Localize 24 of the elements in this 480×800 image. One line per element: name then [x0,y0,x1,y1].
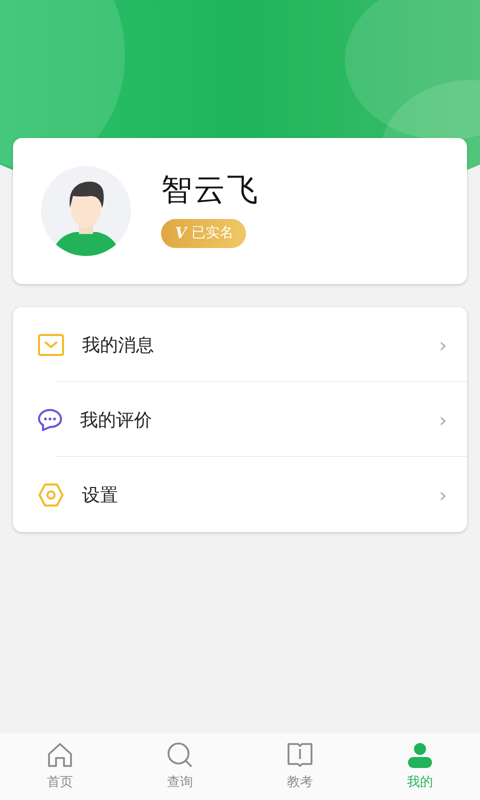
menu-item[interactable]: 我的消息 › [13,307,467,382]
tab[interactable]: 首页 [0,733,120,800]
user-name: 智云飞 [161,170,260,210]
envelope-icon [38,334,64,356]
menu-label: 设置 [82,484,119,506]
home-icon [47,742,73,768]
verified-mark: V [175,224,187,242]
chevron-icon: › [439,332,447,356]
menu-label: 我的评价 [80,408,153,432]
book-icon [287,742,313,768]
tab[interactable]: 查询 [120,733,240,800]
tab[interactable]: 我的 [360,733,480,800]
settings-icon [38,482,64,506]
chat-bubble-icon [38,408,62,430]
tab[interactable]: 教考 [240,733,360,800]
menu-item[interactable]: 设置 › [13,457,467,532]
verified-label: 已实名 [192,224,234,242]
chevron-icon: › [439,408,447,432]
avatar-icon [41,166,131,256]
search-icon [167,742,193,768]
menu-item[interactable]: 我的评价 › [13,382,467,457]
menu-label: 我的消息 [82,334,155,356]
person-icon [407,742,433,768]
chevron-icon: › [439,482,447,506]
